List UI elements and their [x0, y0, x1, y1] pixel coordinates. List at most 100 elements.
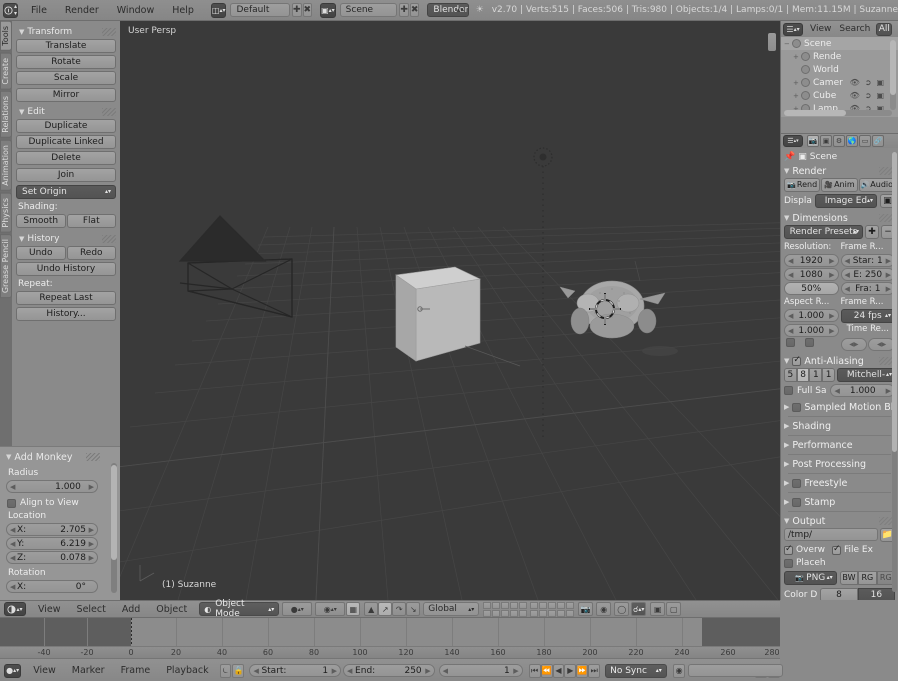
location-y-field[interactable]: ◀ Y: 6.219 ▶: [6, 537, 98, 550]
properties-tab-object[interactable]: ▭: [859, 135, 871, 147]
unlink-datablock-icon[interactable]: ✖: [302, 3, 313, 17]
camera-render-icon[interactable]: ▣: [876, 91, 884, 100]
frame-end-field[interactable]: ◀ End: 250 ▶: [343, 664, 435, 677]
operator-panel-scrollbar[interactable]: [111, 463, 117, 593]
time-remap-new-field[interactable]: ◀▶: [868, 338, 895, 351]
render-preview-icon[interactable]: ◉: [596, 602, 612, 616]
eye-icon[interactable]: 👁: [850, 78, 860, 87]
decrement-arrow-icon[interactable]: ◀: [10, 583, 15, 591]
editor-type-properties-icon[interactable]: ☰ ▴▾: [783, 135, 803, 147]
outliner-tree[interactable]: − Scene + Rende World + Camer 👁 ➲ ▣ + Cu…: [781, 37, 898, 117]
manipulator-translate-icon[interactable]: ↗: [378, 602, 393, 616]
color-depth-8[interactable]: 8: [820, 588, 858, 600]
tab-create[interactable]: Create: [0, 52, 12, 90]
sync-mode-dropdown[interactable]: No Sync ▴▾: [605, 663, 667, 678]
snap-magnet-icon[interactable]: ☌ ▴▾: [631, 602, 647, 616]
properties-tab-world[interactable]: 🌎: [846, 135, 858, 147]
collapse-icon[interactable]: −: [784, 40, 791, 48]
frame-step-field[interactable]: ◀ Fra: 1 ▶: [840, 282, 895, 295]
outliner-row-world[interactable]: World: [781, 63, 898, 76]
timeline-ruler[interactable]: -40 -20 0 20 40 60 80 100 120 140 160 18…: [0, 646, 780, 658]
add-scene-icon[interactable]: ✚: [399, 3, 409, 17]
outliner-search-menu[interactable]: Search: [836, 24, 873, 34]
viewport-corner-widget[interactable]: [768, 33, 776, 51]
frame-rate-dropdown[interactable]: 24 fps ▴▾: [840, 309, 895, 323]
outliner-view-menu[interactable]: View: [805, 24, 836, 34]
menu-render[interactable]: Render: [56, 5, 108, 16]
expand-icon[interactable]: +: [793, 92, 800, 100]
select-menu[interactable]: Select: [69, 604, 114, 615]
scene-datablock-icon[interactable]: ▣ ▴▾: [320, 2, 336, 18]
border-checkbox[interactable]: [786, 338, 795, 347]
antialiasing-checkbox[interactable]: [792, 355, 802, 366]
cursor-arrow-icon[interactable]: ➲: [865, 78, 872, 87]
aa-samples-8[interactable]: 8: [796, 368, 810, 382]
motion-blur-checkbox[interactable]: [792, 402, 802, 412]
timeline-marker-menu[interactable]: Marker: [64, 665, 113, 676]
radius-field[interactable]: ◀ 1.000 ▶: [6, 480, 98, 493]
properties-tab-render[interactable]: 📷: [807, 135, 819, 147]
decrement-arrow-icon[interactable]: ◀: [10, 540, 15, 548]
mirror-button[interactable]: Mirror: [16, 88, 116, 102]
unlink-scene-icon[interactable]: ✖: [409, 3, 420, 17]
post-processing-section-header[interactable]: ▶ Post Processing: [784, 457, 895, 471]
display-mode-dropdown[interactable]: Image Ed ▴▾: [814, 194, 877, 208]
lock-camera-icon[interactable]: 📷: [578, 602, 594, 616]
scale-button[interactable]: Scale: [16, 71, 116, 85]
screen-layout-field[interactable]: Default: [230, 3, 290, 17]
snap-target-icon[interactable]: ▣: [650, 602, 666, 616]
frame-end-field[interactable]: ◀ E: 250 ▶: [840, 268, 895, 281]
transform-orientation-dropdown[interactable]: Global ▴▾: [423, 602, 480, 616]
file-format-dropdown[interactable]: 📷 PNG ▴▾: [784, 571, 837, 585]
viewport-shading-icon[interactable]: ● ▴▾: [282, 602, 313, 616]
timeline-frame-menu[interactable]: Frame: [113, 665, 159, 676]
properties-tab-render-layers[interactable]: ▣: [820, 135, 832, 147]
render-presets-dropdown[interactable]: Render Presets ▴▾: [784, 225, 863, 239]
add-menu[interactable]: Add: [114, 604, 148, 615]
undo-button[interactable]: Undo: [16, 246, 66, 260]
opengl-render-icon[interactable]: ▢: [666, 602, 682, 616]
expand-icon[interactable]: +: [793, 53, 800, 61]
add-new-icon[interactable]: ✚: [291, 3, 302, 17]
render-image-button[interactable]: 📷 Rend: [784, 178, 821, 192]
set-origin-dropdown[interactable]: Set Origin ▴▾: [16, 185, 116, 199]
sampled-motion-blur-section-header[interactable]: ▶ Sampled Motion Bl: [784, 400, 895, 414]
color-mode-rgb[interactable]: RG: [858, 571, 877, 585]
history-panel-header[interactable]: ▼ History: [16, 232, 116, 246]
rotate-button[interactable]: Rotate: [16, 55, 116, 69]
resolution-y-field[interactable]: ◀ 1080 ▶: [784, 268, 839, 281]
outliner-row-render[interactable]: + Rende: [781, 50, 898, 63]
outliner-filter-button[interactable]: All: [876, 22, 893, 36]
increment-arrow-icon[interactable]: ▶: [89, 483, 94, 491]
menu-file[interactable]: File: [22, 5, 56, 16]
manipulator-scale-icon[interactable]: ↘: [406, 602, 421, 616]
redo-button[interactable]: Redo: [66, 246, 116, 260]
shading-section-header[interactable]: ▶ Shading: [784, 419, 895, 433]
eye-icon[interactable]: 👁: [850, 91, 860, 100]
editor-type-3dview-icon[interactable]: ▴▾: [4, 602, 26, 616]
render-animation-button[interactable]: 🎥 Anim: [821, 178, 858, 192]
performance-section-header[interactable]: ▶ Performance: [784, 438, 895, 452]
outliner-horizontal-scrollbar[interactable]: [784, 110, 892, 116]
manipulator-toggle-icon[interactable]: ▲: [364, 602, 379, 616]
shade-flat-button[interactable]: Flat: [66, 214, 116, 228]
rotation-x-field[interactable]: ◀ X: 0°: [6, 580, 98, 593]
stamp-section-header[interactable]: ▶ Stamp: [784, 495, 895, 509]
aa-samples-5[interactable]: 5: [784, 368, 797, 382]
keying-set-icon[interactable]: ◉: [672, 663, 686, 678]
join-button[interactable]: Join: [16, 168, 116, 182]
overwrite-checkbox[interactable]: [784, 544, 793, 555]
manipulator-rotate-icon[interactable]: ↷: [392, 602, 407, 616]
tab-relations[interactable]: Relations: [0, 91, 12, 139]
repeat-last-button[interactable]: Repeat Last: [16, 291, 116, 305]
editor-type-timeline-icon[interactable]: ● ▴▾: [4, 663, 22, 678]
outliner-row-cube[interactable]: + Cube 👁 ➲ ▣: [781, 89, 898, 102]
tab-physics[interactable]: Physics: [0, 192, 12, 233]
pin-icon[interactable]: 📌: [784, 152, 795, 162]
properties-tab-scene[interactable]: ⚙: [833, 135, 845, 147]
object-menu[interactable]: Object: [148, 604, 195, 615]
screen-layout-icon[interactable]: ◫ ▴▾: [210, 2, 227, 18]
scene-layers-second-icon[interactable]: [530, 601, 575, 617]
pivot-point-icon[interactable]: ◉ ▴▾: [315, 602, 346, 616]
play-icon[interactable]: ▶: [564, 663, 577, 678]
